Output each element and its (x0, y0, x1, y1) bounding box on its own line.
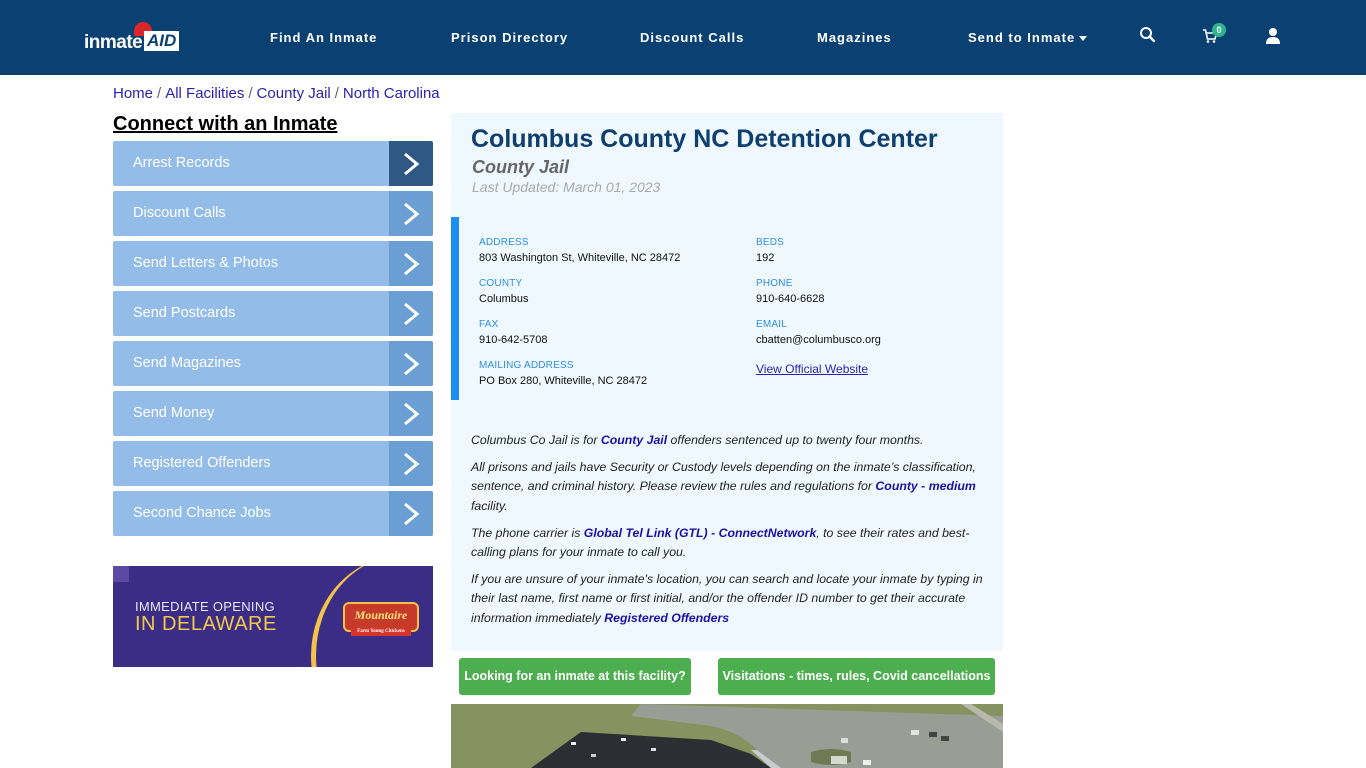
field-county: COUNTY Columbus (479, 277, 529, 307)
field-email: EMAIL cbatten@columbusco.org (756, 318, 881, 348)
field-beds: BEDS 192 (756, 236, 784, 266)
breadcrumb: Home / All Facilities / County Jail / North Ca… (113, 85, 440, 102)
chevron-right-icon (389, 491, 433, 536)
sidebar-item-send-magazines[interactable]: Send Magazines (113, 341, 433, 386)
description-paragraph-4: If you are unsure of your inmate's locat… (471, 570, 996, 628)
facility-aerial-photo (451, 704, 1003, 768)
text: facility. (471, 498, 508, 513)
sidebar-item-send-money[interactable]: Send Money (113, 391, 433, 436)
inmateaid-logo[interactable]: inmate AID (84, 22, 184, 58)
sidebar-title: Connect with an Inmate (113, 113, 338, 135)
field-value: 803 Washington St, Whiteville, NC 28472 (479, 252, 681, 264)
text: offenders sentenced up to twenty four mo… (667, 433, 924, 447)
breadcrumb-north-carolina[interactable]: North Carolina (343, 85, 440, 102)
county-jail-link[interactable]: County Jail (601, 433, 667, 447)
field-label: FAX (479, 319, 499, 330)
field-value: 910-640-6628 (756, 293, 825, 305)
chevron-right-icon (389, 341, 433, 386)
cart-count-badge: 0 (1212, 23, 1226, 37)
sidebar-item-send-postcards[interactable]: Send Postcards (113, 291, 433, 336)
breadcrumb-separator: / (334, 85, 339, 102)
chevron-right-icon (389, 191, 433, 236)
field-mailing-address: MAILING ADDRESS PO Box 280, Whiteville, … (479, 359, 647, 389)
advertisement-banner[interactable]: IMMEDIATE OPENING IN DELAWARE Mountaire F… (113, 566, 433, 667)
user-icon[interactable] (1265, 27, 1287, 49)
chevron-right-icon (389, 391, 433, 436)
field-label: COUNTY (479, 278, 523, 289)
text: The phone carrier is (471, 526, 584, 540)
aerial-photo-graphic (451, 704, 1003, 768)
sidebar-item-registered-offenders[interactable]: Registered Offenders (113, 441, 433, 486)
ad-brand-name: Mountaire (354, 608, 408, 622)
field-label: BEDS (756, 237, 785, 248)
chevron-right-icon (389, 141, 433, 186)
search-icon[interactable] (1139, 26, 1161, 48)
facility-type: County Jail (472, 157, 570, 177)
field-value: 192 (756, 252, 775, 264)
breadcrumb-county-jail[interactable]: County Jail (257, 85, 331, 102)
nav-magazines[interactable]: Magazines (817, 0, 892, 75)
sidebar-item-label: Send Postcards (133, 305, 236, 321)
text: Columbus Co Jail is for (471, 433, 601, 447)
find-inmate-button[interactable]: Looking for an inmate at this facility? (459, 658, 691, 695)
caret-down-icon (1079, 36, 1088, 42)
nav-send-to-inmate-label: Send to Inmate (968, 30, 1076, 45)
description-paragraph-1: Columbus Co Jail is for County Jail offe… (471, 431, 996, 450)
field-label: PHONE (756, 278, 793, 289)
sidebar-item-label: Send Letters & Photos (133, 255, 279, 271)
field-value: PO Box 280, Whiteville, NC 28472 (479, 375, 648, 387)
registered-offenders-link[interactable]: Registered Offenders (604, 611, 729, 625)
description-paragraph-3: The phone carrier is Global Tel Link (GT… (471, 524, 996, 563)
chevron-right-icon (389, 441, 433, 486)
field-value: Columbus (479, 293, 529, 305)
last-updated: Last Updated: March 01, 2023 (472, 179, 661, 195)
ad-brand-tag: Farm Young Chickens (351, 628, 411, 636)
official-website-link[interactable]: View Official Website (756, 362, 868, 376)
nav-discount-calls[interactable]: Discount Calls (640, 0, 744, 75)
sidebar-item-label: Discount Calls (133, 205, 226, 221)
field-phone: PHONE 910-640-6628 (756, 277, 825, 307)
breadcrumb-home[interactable]: Home (113, 85, 153, 102)
field-value: 910-642-5708 (479, 334, 548, 346)
field-fax: FAX 910-642-5708 (479, 318, 548, 348)
info-accent-bar (451, 217, 459, 400)
field-label: EMAIL (756, 319, 788, 330)
nav-prison-directory[interactable]: Prison Directory (451, 0, 568, 75)
field-value: cbatten@columbusco.org (756, 334, 881, 346)
sidebar-menu: Arrest Records Discount Calls Send Lette… (113, 141, 433, 541)
nav-send-to-inmate[interactable]: Send to Inmate (968, 0, 1088, 75)
sidebar-item-label: Second Chance Jobs (133, 505, 271, 521)
sidebar-item-label: Registered Offenders (133, 455, 271, 471)
security-level-link[interactable]: County - medium (875, 479, 975, 493)
nav-find-an-inmate[interactable]: Find An Inmate (270, 0, 377, 75)
field-label: ADDRESS (479, 237, 529, 248)
sidebar-item-send-letters-photos[interactable]: Send Letters & Photos (113, 241, 433, 286)
chevron-right-icon (389, 291, 433, 336)
description-paragraph-2: All prisons and jails have Security or C… (471, 458, 996, 516)
sidebar-item-label: Send Magazines (133, 355, 242, 371)
sidebar-item-discount-calls[interactable]: Discount Calls (113, 191, 433, 236)
phone-carrier-link[interactable]: Global Tel Link (GTL) - ConnectNetwork (584, 526, 817, 540)
visitation-button[interactable]: Visitations - times, rules, Covid cancel… (718, 658, 995, 695)
facility-title: Columbus County NC Detention Center (471, 125, 938, 153)
top-navigation-bar: inmate AID Find An Inmate Prison Directo… (0, 0, 1366, 75)
chevron-right-icon (389, 241, 433, 286)
ad-line-1: IMMEDIATE OPENING (135, 599, 275, 614)
logo-text: inmate (84, 32, 143, 53)
sidebar-item-second-chance-jobs[interactable]: Second Chance Jobs (113, 491, 433, 536)
sidebar-item-label: Send Money (133, 405, 215, 421)
breadcrumb-all-facilities[interactable]: All Facilities (165, 85, 244, 102)
breadcrumb-separator: / (248, 85, 253, 102)
field-address: ADDRESS 803 Washington St, Whiteville, N… (479, 236, 680, 266)
ad-brand-logo: Mountaire Farm Young Chickens (343, 602, 419, 636)
field-label: MAILING ADDRESS (479, 360, 574, 371)
breadcrumb-separator: / (157, 85, 162, 102)
logo-accent: AID (144, 31, 180, 51)
sidebar-item-label: Arrest Records (133, 155, 230, 171)
sidebar-item-arrest-records[interactable]: Arrest Records (113, 141, 433, 186)
ad-line-2: IN DELAWARE (135, 613, 277, 635)
ad-decoration (113, 566, 129, 582)
